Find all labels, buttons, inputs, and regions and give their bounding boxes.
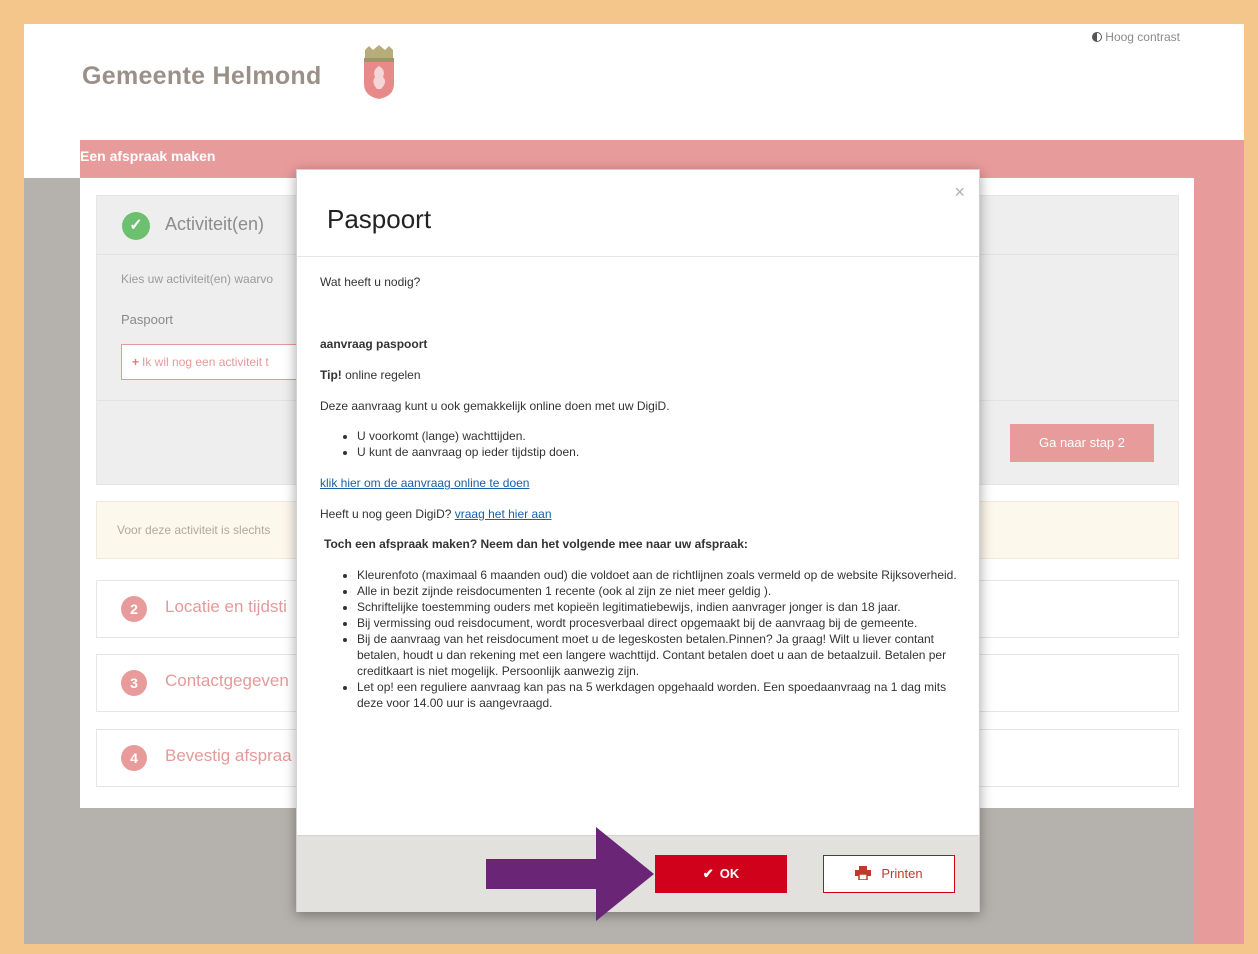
plus-icon: + [132, 355, 140, 369]
list-item: Bij vermissing oud reisdocument, wordt p… [357, 615, 960, 631]
list-item: U voorkomt (lange) wachttijden. [357, 428, 960, 444]
step-label: Locatie en tijdsti [165, 597, 287, 616]
digid-text: Heeft u nog geen DigiD? [320, 507, 455, 521]
step-number: 4 [121, 745, 147, 771]
bring-title: Toch een afspraak maken? Neem dan het vo… [324, 537, 748, 551]
question-text: Wat heeft u nodig? [320, 275, 421, 289]
print-button[interactable]: Printen [823, 855, 955, 893]
paspoort-modal: × Paspoort Wat heeft u nodig? aanvraag p… [296, 169, 980, 912]
coat-of-arms-icon [364, 45, 394, 99]
high-contrast-toggle[interactable]: Hoog contrast [1092, 30, 1180, 44]
selected-activity: Paspoort [121, 312, 174, 327]
arrow-icon [486, 827, 654, 921]
contrast-icon [1092, 32, 1103, 42]
page: Hoog contrast Gemeente Helmond Een afspr… [24, 24, 1244, 944]
list-item: Alle in bezit zijnde reisdocumenten 1 re… [357, 583, 960, 599]
high-contrast-label: Hoog contrast [1105, 30, 1180, 44]
list-item: Kleurenfoto (maximaal 6 maanden oud) die… [357, 567, 960, 583]
online-application-link[interactable]: klik hier om de aanvraag online te doen [320, 476, 529, 490]
step-number: 2 [121, 596, 147, 622]
site-logo-text[interactable]: Gemeente Helmond [82, 62, 322, 91]
list-item: U kunt de aanvraag op ieder tijdstip doe… [357, 444, 960, 460]
check-icon: ✓ [122, 212, 150, 240]
step-1-title: Activiteit(en) [165, 214, 265, 234]
printer-icon [855, 866, 872, 881]
digid-request-link[interactable]: vraag het hier aan [455, 507, 552, 521]
list-item: Let op! een reguliere aanvraag kan pas n… [357, 679, 960, 711]
add-activity-button[interactable]: + Ik wil nog een activiteit t [121, 344, 301, 380]
online-link-line: klik hier om de aanvraag online te doen [320, 475, 960, 491]
add-activity-label: Ik wil nog een activiteit t [142, 355, 269, 369]
list-item: Bij de aanvraag van het reisdocument moe… [357, 631, 960, 679]
digid-line: Heeft u nog geen DigiD? vraag het hier a… [320, 506, 960, 522]
step-1-description: Kies uw activiteit(en) waarvo [121, 272, 274, 286]
tip-line: Tip! online regelen [320, 367, 960, 383]
tip-text: online regelen [341, 368, 421, 382]
modal-divider [297, 256, 979, 257]
tip-label: Tip! [320, 368, 342, 382]
step-label: Contactgegeven [165, 671, 289, 690]
step-label: Bevestig afspraa [165, 746, 292, 765]
online-text: Deze aanvraag kunt u ook gemakkelijk onl… [320, 399, 670, 413]
checkmark-icon: ✔ [702, 866, 714, 881]
section-title: aanvraag paspoort [320, 337, 428, 351]
band-title: Een afspraak maken [80, 148, 216, 164]
ok-label: OK [719, 866, 740, 881]
next-step-button[interactable]: Ga naar stap 2 [1010, 424, 1154, 462]
online-benefits-list: U voorkomt (lange) wachttijden. U kunt d… [320, 428, 960, 460]
modal-body: Wat heeft u nodig? aanvraag paspoort Tip… [320, 274, 960, 711]
print-label: Printen [881, 866, 923, 881]
bring-list: Kleurenfoto (maximaal 6 maanden oud) die… [320, 567, 960, 711]
close-icon[interactable]: × [954, 182, 965, 203]
ok-button[interactable]: ✔ OK [655, 855, 787, 893]
modal-title: Paspoort [327, 204, 432, 234]
step-number: 3 [121, 670, 147, 696]
notice-text: Voor deze activiteit is slechts [117, 523, 271, 537]
list-item: Schriftelijke toestemming ouders met kop… [357, 599, 960, 615]
